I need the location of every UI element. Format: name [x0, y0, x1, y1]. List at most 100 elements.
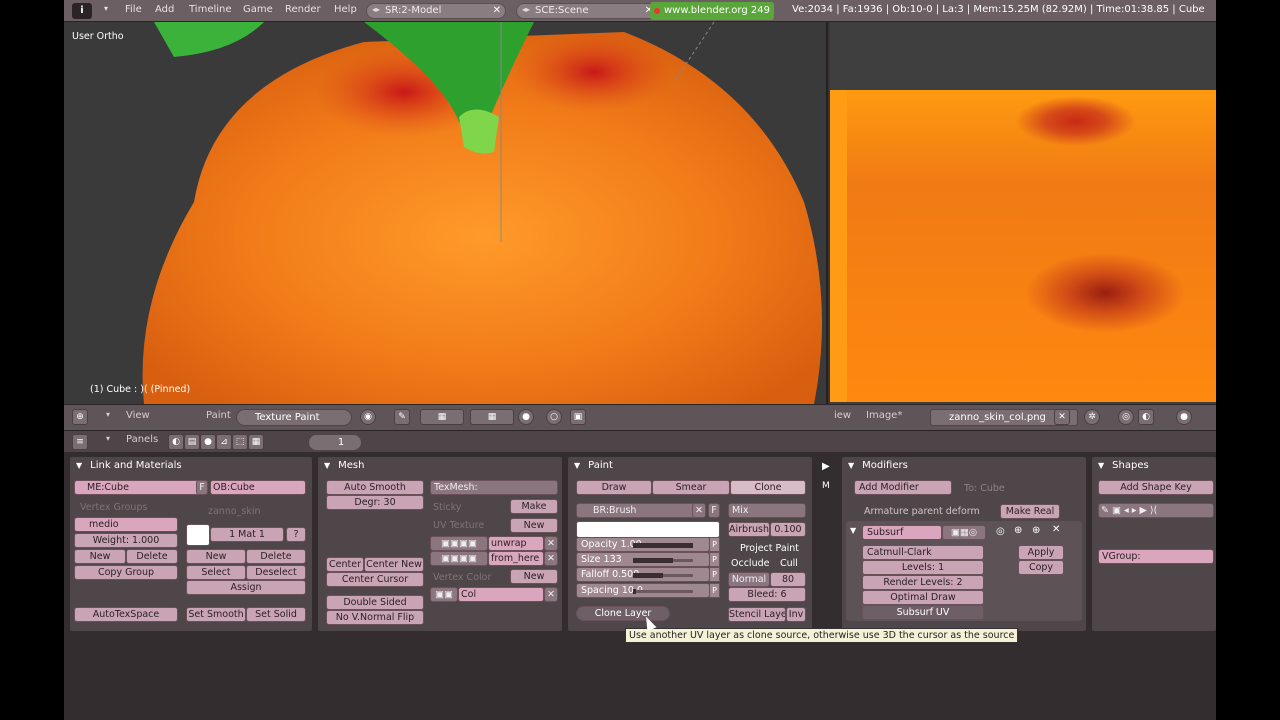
vgroup-field[interactable]: VGroup: [1098, 549, 1214, 564]
falloff-slider[interactable]: Falloff 0.500 [576, 567, 710, 582]
render-icon[interactable]: ● [1176, 409, 1192, 425]
autotexspace-button[interactable]: AutoTexSpace [74, 607, 178, 622]
render-icon[interactable]: ● [518, 409, 534, 425]
menu-game[interactable]: Game [243, 4, 273, 15]
view-type-icon[interactable]: ⊕ [72, 409, 88, 425]
cull-toggle[interactable]: Cull [780, 558, 798, 569]
panel-title[interactable]: ▼ Paint [574, 460, 613, 471]
draw-type-icon[interactable]: ◉ [360, 409, 376, 425]
blend-mode-selector[interactable]: Mix [728, 503, 806, 518]
pin-icon[interactable]: ◎ [1118, 409, 1134, 425]
select-button[interactable]: Select [186, 565, 246, 580]
texmesh-field[interactable]: TexMesh: [430, 480, 558, 495]
scene-icon[interactable]: ▦ [248, 434, 264, 450]
airbrush-rate[interactable]: 0.100 [770, 522, 806, 537]
delete-group-button[interactable]: Delete [126, 549, 178, 564]
uv-layer-icons[interactable]: ▣▣▣▣ [430, 551, 488, 566]
set-smooth-button[interactable]: Set Smooth [186, 607, 246, 622]
pressure-falloff-button[interactable]: P [709, 567, 720, 582]
no-vnormal-flip-toggle[interactable]: No V.Normal Flip [326, 610, 424, 625]
stencil-invert-toggle[interactable]: Inv [786, 607, 806, 622]
color-swatch[interactable] [186, 524, 210, 546]
image-icon[interactable]: ▣ [570, 409, 586, 425]
double-sided-toggle[interactable]: Double Sided [326, 595, 424, 610]
view-menu[interactable]: View [126, 410, 150, 426]
uv-layer-icons[interactable]: ▣▣▣▣ [430, 536, 488, 551]
panel-title[interactable]: ▼ Modifiers [848, 460, 908, 471]
paint-menu[interactable]: Paint [206, 410, 231, 426]
vcol-layer-icons[interactable]: ▣▣ [430, 587, 458, 602]
blender-url-link[interactable]: www.blender.org 249 [650, 2, 774, 20]
copy-button[interactable]: Copy [1018, 560, 1064, 575]
normal-angle-field[interactable]: 80 [770, 572, 806, 587]
panels-menu[interactable]: Panels [126, 434, 158, 450]
pressure-opacity-button[interactable]: P [709, 537, 720, 552]
center-new-button[interactable]: Center New [364, 557, 424, 572]
stencil-layer-toggle[interactable]: Stencil Laye [728, 607, 786, 622]
shading-icon[interactable]: ● [200, 434, 216, 450]
alpha-icon[interactable]: ◐ [1138, 409, 1154, 425]
degree-field[interactable]: Degr: 30 [326, 495, 424, 510]
new-vcol-button[interactable]: New [510, 569, 558, 584]
center-cursor-button[interactable]: Center Cursor [326, 572, 424, 587]
move-down-icon[interactable]: ⊕ [1032, 525, 1040, 536]
close-icon[interactable]: ✕ [1054, 409, 1070, 425]
menu-add[interactable]: Add [155, 4, 174, 15]
new-group-button[interactable]: New [74, 549, 126, 564]
object-name-field[interactable]: OB:Cube [210, 480, 306, 495]
levels-field[interactable]: Levels: 1 [862, 560, 984, 575]
scene-selector[interactable]: ◂▸ SCE:Scene ✕ [516, 3, 658, 19]
layers-icon[interactable]: ▦ [470, 409, 514, 425]
center-button[interactable]: Center [326, 557, 364, 572]
menu-help[interactable]: Help [334, 4, 357, 15]
close-icon[interactable]: ✕ [493, 5, 501, 16]
move-up-icon[interactable]: ◎ [996, 526, 1005, 537]
apply-button[interactable]: Apply [1018, 545, 1064, 560]
opacity-slider[interactable]: Opacity 1.00 [576, 537, 710, 552]
add-modifier-button[interactable]: Add Modifier [854, 480, 952, 495]
close-icon[interactable]: ✕ [544, 536, 558, 551]
add-shape-key-button[interactable]: Add Shape Key [1098, 480, 1214, 495]
menu-timeline[interactable]: Timeline [189, 4, 232, 15]
play-icon[interactable]: ▶ [822, 461, 830, 472]
blender-logo-icon[interactable]: i [72, 3, 92, 19]
pressure-spacing-button[interactable]: P [709, 583, 720, 598]
subsurf-uv-toggle[interactable]: Subsurf UV [862, 605, 984, 620]
vertex-group-field[interactable]: medio [74, 517, 178, 532]
project-paint-label[interactable]: Project Paint [740, 543, 799, 554]
weight-slider[interactable]: Weight: 1.000 [74, 533, 178, 548]
airbrush-toggle[interactable]: Airbrush [728, 522, 770, 537]
collapse-icon[interactable]: ▾ [106, 410, 110, 426]
close-icon[interactable]: ✕ [1052, 524, 1060, 535]
modifier-name-field[interactable]: Subsurf [862, 525, 942, 540]
make-sticky-button[interactable]: Make [510, 499, 558, 514]
pivot-icon[interactable]: ✎ [394, 409, 410, 425]
delete-material-button[interactable]: Delete [246, 549, 306, 564]
subdivision-type-selector[interactable]: Catmull-Clark [862, 545, 984, 560]
menu-file[interactable]: File [125, 4, 142, 15]
uv-layer-unwrap[interactable]: unwrap [488, 536, 544, 551]
brush-color-swatch[interactable] [576, 521, 720, 538]
close-icon[interactable]: ✕ [692, 503, 706, 518]
image-menu[interactable]: Image* [866, 410, 902, 426]
shape-key-nav-icons[interactable]: ✎ ▣ ◂ ▸ ▶ ⟩( [1098, 503, 1214, 518]
script-icon[interactable]: ▤ [184, 434, 200, 450]
panel-title[interactable]: ▼ Mesh [324, 460, 364, 471]
assign-button[interactable]: Assign [186, 580, 306, 595]
settings-icon[interactable]: ✲ [1084, 409, 1100, 425]
fake-user-button[interactable]: F [196, 480, 208, 495]
move-up-icon[interactable]: ⊕ [1014, 525, 1022, 536]
screen-selector[interactable]: ◂▸ SR:2-Model ✕ [366, 3, 506, 19]
view-menu[interactable]: iew [834, 410, 851, 426]
menu-render[interactable]: Render [285, 4, 321, 15]
menu-collapse-icon[interactable]: ▾ [104, 4, 108, 13]
window-type-icon[interactable]: ≡ [72, 434, 88, 450]
m-icon[interactable]: M [822, 481, 830, 491]
make-real-button[interactable]: Make Real [1000, 504, 1060, 519]
occlude-toggle[interactable]: Occlude [731, 558, 769, 569]
uv-layer-from-here[interactable]: from_here [488, 551, 544, 566]
optimal-draw-toggle[interactable]: Optimal Draw [862, 590, 984, 605]
fake-user-button[interactable]: F [708, 503, 720, 518]
copy-group-button[interactable]: Copy Group [74, 565, 178, 580]
layers-icon[interactable]: ▦ [420, 409, 464, 425]
